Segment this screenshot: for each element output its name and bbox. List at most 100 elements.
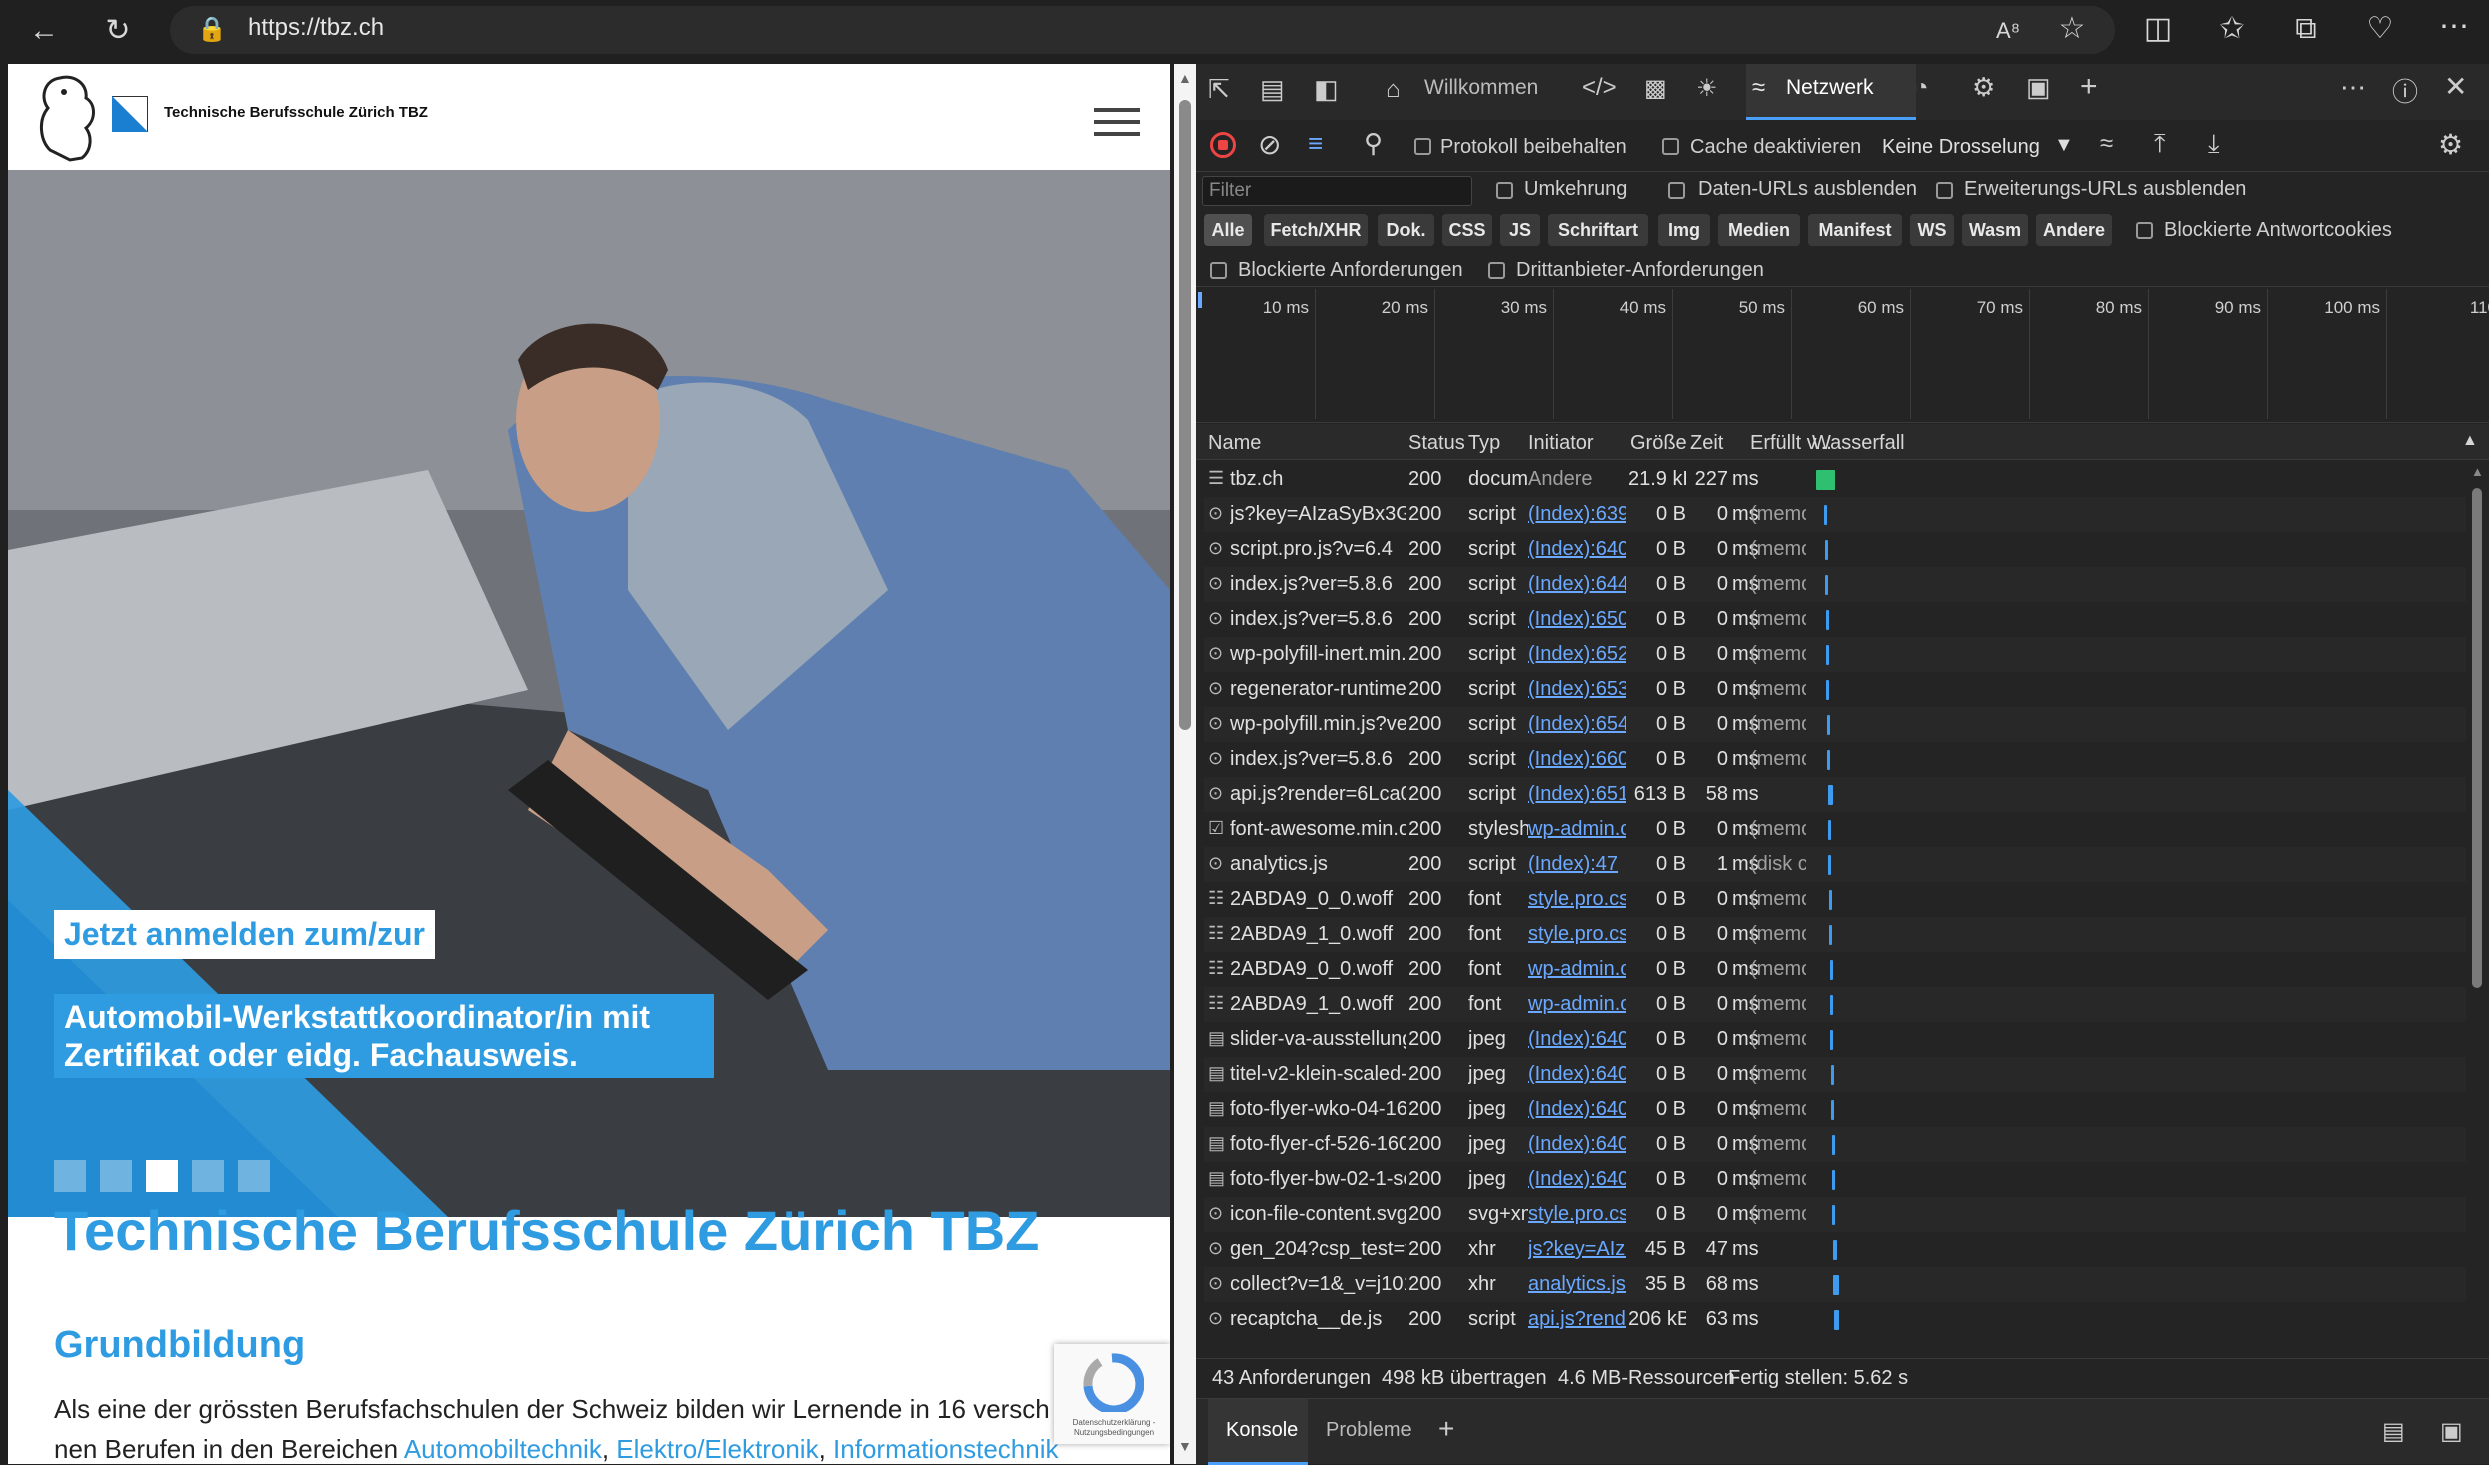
table-row[interactable]: ⊙ js?key=AIzaSyBx3GtEm4TvhL...200 script (I… <box>1204 497 2466 532</box>
scroll-up-icon[interactable]: ▲ <box>1178 70 1192 86</box>
row-initiator[interactable]: (Index):640 <box>1528 1168 1626 1191</box>
more-icon[interactable]: ⋯ <box>2432 12 2476 42</box>
filter-chip-wasm[interactable]: Wasm <box>1962 214 2028 246</box>
throttle-select[interactable]: Keine Drosselung <box>1882 136 2040 159</box>
webpage-scrollbar[interactable]: ▲ ▼ <box>1174 64 1196 1464</box>
filter-chip-media[interactable]: Medien <box>1718 214 1800 246</box>
filter-chip-font[interactable]: Schriftart <box>1548 214 1648 246</box>
import-har-icon[interactable]: ⤒ <box>2154 128 2166 160</box>
col-type[interactable]: Typ <box>1468 432 1500 455</box>
row-name[interactable]: index.js?ver=5.8.6 <box>1230 748 1406 771</box>
elements-icon[interactable]: </> <box>1582 74 1617 102</box>
filter-chip-other[interactable]: Andere <box>2036 214 2112 246</box>
row-name[interactable]: foto-flyer-wko-04-1600x1068... <box>1230 1098 1406 1121</box>
row-initiator[interactable]: (Index):639 <box>1528 503 1626 526</box>
sort-asc-icon[interactable]: ▲ <box>2462 432 2478 450</box>
col-size[interactable]: Größe <box>1630 432 1687 455</box>
filter-chip-ws[interactable]: WS <box>1910 214 1954 246</box>
table-row[interactable]: ☷2ABDA9_1_0.woff200fontwp-admin.css0 B0m… <box>1204 987 2466 1022</box>
throttle-dropdown-icon[interactable]: ▼ <box>2054 134 2074 157</box>
webpage-scroll-thumb[interactable] <box>1179 100 1191 730</box>
device-emulation-icon[interactable]: ▤ <box>1260 74 1285 105</box>
filter-chip-fetch[interactable]: Fetch/XHR <box>1264 214 1368 246</box>
hamburger-menu-icon[interactable] <box>1094 108 1140 136</box>
hide-extension-urls-checkbox[interactable] <box>1936 182 1953 199</box>
row-name[interactable]: foto-flyer-cf-526-1600x1067.j... <box>1230 1133 1406 1156</box>
table-scroll-thumb[interactable] <box>2472 488 2482 988</box>
lock-icon[interactable]: 🔒 <box>190 15 234 45</box>
table-row[interactable]: ⊙ wp-polyfill.min.js?ver=3.15.0200 script (… <box>1204 707 2466 742</box>
row-initiator[interactable]: (Index):640 <box>1528 1063 1626 1086</box>
dock-icon[interactable]: ◧ <box>1314 74 1339 105</box>
slider-dot-5[interactable] <box>238 1160 270 1192</box>
brand-name[interactable]: Technische Berufsschule Zürich TBZ <box>164 104 428 121</box>
row-name[interactable]: js?key=AIzaSyBx3GtEm4TvhL... <box>1230 503 1406 526</box>
row-initiator[interactable]: (Index):640 <box>1528 1098 1626 1121</box>
drawer-dock-icon[interactable]: ▤ <box>2382 1417 2405 1446</box>
filter-toggle-icon[interactable]: ≡ <box>1308 128 1323 159</box>
row-name[interactable]: 2ABDA9_0_0.woff <box>1230 958 1406 981</box>
row-initiator[interactable]: (Index):651 <box>1528 783 1626 806</box>
row-name[interactable]: wp-polyfill.min.js?ver=3.15.0 <box>1230 713 1406 736</box>
filter-input[interactable]: Filter <box>1202 176 1472 206</box>
row-name[interactable]: index.js?ver=5.8.6 <box>1230 608 1406 631</box>
address-bar[interactable]: 🔒 <box>170 6 2115 54</box>
row-name[interactable]: index.js?ver=5.8.6 <box>1230 573 1406 596</box>
link-automobiltechnik[interactable]: Automobiltechnik <box>404 1434 602 1464</box>
row-initiator[interactable]: wp-admin.css <box>1528 993 1626 1016</box>
table-scrollbar[interactable]: ▲ ▼ <box>2468 462 2486 1422</box>
row-initiator[interactable]: analytics.js:36 <box>1528 1273 1626 1296</box>
more-tools-icon[interactable]: ⋯ <box>2340 72 2366 103</box>
filter-chip-manifest[interactable]: Manifest <box>1808 214 1902 246</box>
table-row[interactable]: ⊙ script.pro.js?v=6.4 200 script (Index):640… <box>1204 532 2466 567</box>
link-elektro[interactable]: Elektro/Elektronik <box>616 1434 818 1464</box>
favorites-icon[interactable]: ✩ <box>2210 14 2254 44</box>
application-icon[interactable]: ▣ <box>2026 72 2051 103</box>
table-row[interactable]: ☷2ABDA9_1_0.woff200 font style.pro.css 0 B 0… <box>1204 917 2466 952</box>
row-initiator[interactable]: style.pro.css <box>1528 1203 1626 1226</box>
row-initiator[interactable]: (Index):644 <box>1528 573 1626 596</box>
help-icon[interactable]: ⓘ <box>2392 72 2418 109</box>
row-name[interactable]: titel-v2-klein-scaled-e171327... <box>1230 1063 1406 1086</box>
row-initiator[interactable]: wp-admin.css <box>1528 958 1626 981</box>
row-initiator[interactable]: (Index):654 <box>1528 713 1626 736</box>
split-screen-icon[interactable]: ◫ <box>2136 14 2180 44</box>
third-party-checkbox[interactable] <box>1488 262 1505 279</box>
reload-icon[interactable]: ↻ <box>96 16 140 46</box>
row-name[interactable]: wp-polyfill-inert.min.js?ver=3... <box>1230 643 1406 666</box>
console-icon[interactable]: ▩ <box>1644 74 1667 103</box>
table-row[interactable]: ⊙ recaptcha__de.js200 script api.js?render=… <box>1204 1302 2466 1337</box>
url-text[interactable]: https://tbz.ch <box>248 14 384 42</box>
lion-logo-icon[interactable] <box>30 70 106 164</box>
row-name[interactable]: font-awesome.min.css <box>1230 818 1406 841</box>
row-name[interactable]: script.pro.js?v=6.4 <box>1230 538 1406 561</box>
row-name[interactable]: regenerator-runtime.min.js?v... <box>1230 678 1406 701</box>
slider-dot-3-active[interactable] <box>146 1160 178 1192</box>
row-name[interactable]: collect?v=1&_v=j101&aip=1... <box>1230 1273 1406 1296</box>
record-stop-icon[interactable] <box>1210 132 1236 158</box>
table-row[interactable]: ☷2ABDA9_0_0.woff200 font style.pro.css 0 B 0… <box>1204 882 2466 917</box>
drawer-tab-console[interactable]: Konsole <box>1208 1399 1308 1465</box>
add-tab-icon[interactable]: + <box>2080 70 2098 104</box>
slider-dot-4[interactable] <box>192 1160 224 1192</box>
row-initiator[interactable]: style.pro.css <box>1528 888 1626 911</box>
table-row[interactable]: ⊙ gen_204?csp_test=true200 xhr js?key=AIzaS… <box>1204 1232 2466 1267</box>
table-row[interactable]: ☰tbz.ch200 docum...Andere 21.9 kB 227ms <box>1204 462 2466 497</box>
hide-data-urls-checkbox[interactable] <box>1668 182 1685 199</box>
back-icon[interactable]: ← <box>22 16 66 46</box>
filter-chip-css[interactable]: CSS <box>1442 214 1492 246</box>
drawer-tab-issues[interactable]: Probleme <box>1326 1419 1412 1442</box>
table-row[interactable]: ⊙ regenerator-runtime.min.js?v...200 scrip… <box>1204 672 2466 707</box>
preserve-log-checkbox[interactable] <box>1414 138 1431 155</box>
blocked-requests-checkbox[interactable] <box>1210 262 1227 279</box>
row-name[interactable]: recaptcha__de.js <box>1230 1308 1406 1331</box>
row-name[interactable]: slider-va-ausstellung.jpg <box>1230 1028 1406 1051</box>
read-aloud-icon[interactable]: A⁸ <box>1986 16 2030 46</box>
network-settings-icon[interactable]: ⚙ <box>2438 128 2463 161</box>
row-initiator[interactable]: (Index):652 <box>1528 643 1626 666</box>
row-initiator[interactable]: (Index):640 <box>1528 1028 1626 1051</box>
clear-icon[interactable]: ⊘ <box>1258 128 1281 161</box>
filter-chip-js[interactable]: JS <box>1500 214 1540 246</box>
row-name[interactable]: gen_204?csp_test=true <box>1230 1238 1406 1261</box>
table-row[interactable]: ⊙ index.js?ver=5.8.6 200 script (Index):644 0… <box>1204 567 2466 602</box>
